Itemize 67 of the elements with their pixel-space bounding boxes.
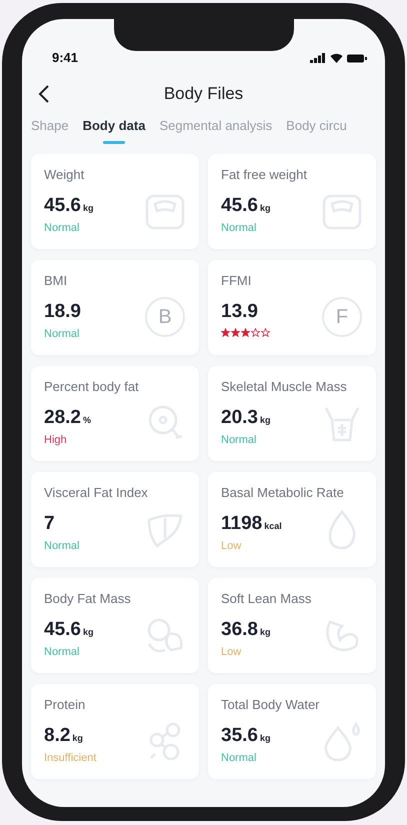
battery-icon — [347, 54, 367, 62]
metric-value: 28.2 — [44, 406, 81, 430]
metric-card[interactable]: Weight 45.6 kg Normal — [31, 154, 199, 249]
metric-value: 35.6 — [221, 724, 258, 748]
metric-unit: % — [82, 414, 91, 427]
metric-value: 1198 — [221, 512, 262, 536]
status-label: Normal — [44, 327, 80, 342]
metric-card[interactable]: B BMI 18.9 Normal — [31, 260, 199, 355]
page-title: Body Files — [164, 83, 244, 106]
status-label: Low — [221, 539, 242, 554]
status-label: Normal — [221, 751, 256, 766]
metric-title: Skeletal Muscle Mass — [221, 379, 347, 395]
metric-card[interactable]: Visceral Fat Index 7 Normal — [31, 472, 199, 567]
tab-underline — [103, 141, 126, 144]
metric-unit: kcal — [264, 520, 282, 533]
metric-card[interactable]: Total Body Water 35.6 kg Normal — [208, 684, 376, 779]
metric-value: 45.6 — [44, 194, 81, 218]
metric-value: 8.2 — [44, 724, 70, 748]
metric-unit: kg — [72, 732, 83, 745]
status-label: Normal — [221, 433, 256, 448]
status-label: Normal — [44, 645, 80, 660]
metric-value: 13.9 — [221, 300, 258, 324]
metric-unit: kg — [260, 202, 270, 215]
metric-value: 36.8 — [221, 618, 258, 642]
metric-card[interactable]: Percent body fat 28.2% High — [31, 366, 199, 461]
empty-star-icon — [261, 328, 270, 337]
metric-unit: kg — [82, 202, 94, 215]
status-label: Insufficient — [44, 751, 96, 766]
metric-card[interactable]: F FFMI 13.9 — [208, 260, 376, 355]
metric-title: Total Body Water — [221, 697, 320, 713]
metric-title: Visceral Fat Index — [44, 485, 148, 501]
metric-card[interactable]: Basal Metabolic Rate 1198 kcal Low — [208, 472, 376, 567]
wifi-icon — [330, 53, 343, 63]
filled-star-icon — [241, 328, 250, 337]
metric-title: Basal Metabolic Rate — [221, 485, 344, 501]
status-label: Normal — [44, 539, 80, 554]
metric-title: FFMI — [221, 273, 252, 289]
metric-title: Body Fat Mass — [44, 591, 131, 607]
metric-title: Percent body fat — [44, 379, 139, 395]
metric-unit: kg — [82, 626, 94, 639]
filled-star-icon — [221, 328, 230, 337]
status-label: Low — [221, 645, 242, 660]
metric-value: 45.6 — [44, 618, 81, 642]
metric-unit: kg — [260, 414, 270, 427]
metric-unit: kg — [260, 626, 270, 639]
tab[interactable]: Body data — [82, 116, 146, 140]
status-label: Normal — [44, 221, 80, 236]
metric-card[interactable]: Skeletal Muscle Mass 20.3 kg Normal — [208, 366, 376, 461]
metric-value: 18.9 — [44, 300, 81, 324]
metric-title: Weight — [44, 167, 84, 183]
status-label: Normal — [221, 221, 256, 236]
metric-card[interactable]: Fat free weight 45.6 kg Normal — [208, 154, 376, 249]
metric-card[interactable]: Protein 8.2 kg Insufficient — [31, 684, 199, 779]
status-label: High — [44, 433, 67, 448]
metric-value: 20.3 — [221, 406, 258, 430]
metric-title: Protein — [44, 697, 86, 713]
metric-title: BMI — [44, 273, 68, 289]
signal-icon — [310, 53, 326, 63]
status-time: 9:41 — [52, 49, 78, 68]
metric-title: Soft Lean Mass — [221, 591, 312, 607]
metric-card[interactable]: Body Fat Mass 45.6 kg Normal — [31, 578, 199, 673]
metric-value: 7 — [44, 512, 55, 536]
metric-unit: kg — [260, 732, 270, 745]
metric-title: Fat free weight — [221, 167, 307, 183]
metric-card[interactable]: Soft Lean Mass 36.8 kg Low — [208, 578, 376, 673]
metric-value: 45.6 — [221, 194, 258, 218]
filled-star-icon — [231, 328, 240, 337]
